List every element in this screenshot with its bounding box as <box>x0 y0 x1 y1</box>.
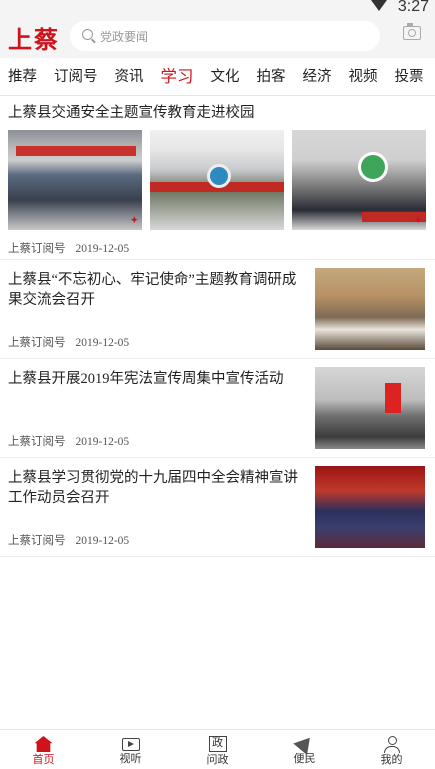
tab-study[interactable]: 学习 <box>153 58 203 95</box>
article-thumbnail <box>315 268 425 350</box>
search-placeholder: 党政要闻 <box>100 30 149 44</box>
zheng-icon: 政 <box>208 736 227 752</box>
tab-video[interactable]: 视频 <box>341 58 387 95</box>
nav-label: 问政 <box>206 754 229 766</box>
feature-meta: 上蔡订阅号 2019-12-05 <box>8 240 427 256</box>
search-icon <box>82 29 93 40</box>
article-meta: 上蔡订阅号 2019-12-05 <box>8 334 129 350</box>
search-input[interactable]: 党政要闻 <box>70 21 380 51</box>
article-meta: 上蔡订阅号 2019-12-05 <box>8 532 129 548</box>
tab-culture[interactable]: 文化 <box>203 58 249 95</box>
home-icon <box>34 736 53 752</box>
top-bar: 上蔡 党政要闻 <box>0 16 435 58</box>
article-source: 上蔡订阅号 <box>8 337 66 349</box>
tab-subscription[interactable]: 订阅号 <box>46 58 107 95</box>
nav-media[interactable]: 视听 <box>87 730 174 769</box>
app-logo: 上蔡 <box>8 28 60 54</box>
tab-vote[interactable]: 投票 <box>387 58 433 95</box>
feature-image-1: ✦ <box>8 130 142 230</box>
nav-label: 我的 <box>380 754 403 766</box>
list-item[interactable]: 上蔡县学习贯彻党的十九届四中全会精神宣讲工作动员会召开 上蔡订阅号 2019-12… <box>0 458 435 557</box>
wifi-icon <box>371 0 387 11</box>
article-title: 上蔡县“不忘初心、牢记使命”主题教育调研成果交流会召开 <box>8 272 297 308</box>
list-item[interactable]: 上蔡县开展2019年宪法宣传周集中宣传活动 上蔡订阅号 2019-12-05 <box>0 359 435 458</box>
nav-label: 首页 <box>32 754 55 766</box>
status-bar: 3:27 <box>0 0 435 16</box>
feature-image-3: ✦ <box>292 130 426 230</box>
nav-label: 视听 <box>119 753 142 765</box>
nav-label: 便民 <box>293 753 316 765</box>
article-date: 2019-12-05 <box>75 535 130 547</box>
user-icon <box>383 736 401 753</box>
tab-economy[interactable]: 经济 <box>295 58 341 95</box>
nav-services[interactable]: 便民 <box>261 730 348 769</box>
article-thumbnail <box>315 367 425 449</box>
article-meta: 上蔡订阅号 2019-12-05 <box>8 433 129 449</box>
nav-mine[interactable]: 我的 <box>348 730 435 769</box>
article-date: 2019-12-05 <box>75 436 130 448</box>
tab-news[interactable]: 资讯 <box>107 58 153 95</box>
list-item[interactable]: 上蔡县“不忘初心、牢记使命”主题教育调研成果交流会召开 上蔡订阅号 2019-12… <box>0 260 435 359</box>
article-title: 上蔡县开展2019年宪法宣传周集中宣传活动 <box>8 371 284 387</box>
bottom-nav: 首页 视听 政 问政 便民 我的 <box>0 729 435 769</box>
feature-image-2 <box>150 130 284 230</box>
article-title: 上蔡县学习贯彻党的十九届四中全会精神宣讲工作动员会召开 <box>8 470 298 506</box>
feature-article[interactable]: 上蔡县交通安全主题宣传教育走进校园 ✦ ✦ 上蔡订阅号 2019-12-05 <box>0 96 435 260</box>
nav-home[interactable]: 首页 <box>0 730 87 769</box>
article-date: 2019-12-05 <box>75 337 130 349</box>
status-time: 3:27 <box>397 0 429 15</box>
tv-icon <box>121 738 140 751</box>
article-source: 上蔡订阅号 <box>8 535 66 547</box>
tab-recommend[interactable]: 推荐 <box>0 58 46 95</box>
article-date: 2019-12-05 <box>75 243 130 255</box>
feature-images: ✦ ✦ <box>8 130 427 230</box>
camera-icon[interactable] <box>403 23 421 40</box>
feature-title: 上蔡县交通安全主题宣传教育走进校园 <box>8 105 255 121</box>
nav-inquiry[interactable]: 政 问政 <box>174 730 261 769</box>
article-source: 上蔡订阅号 <box>8 436 66 448</box>
article-source: 上蔡订阅号 <box>8 243 66 255</box>
tab-paike[interactable]: 拍客 <box>249 58 295 95</box>
article-thumbnail <box>315 466 425 548</box>
category-tabs: 推荐 订阅号 资讯 学习 文化 拍客 经济 视频 投票 <box>0 58 435 96</box>
